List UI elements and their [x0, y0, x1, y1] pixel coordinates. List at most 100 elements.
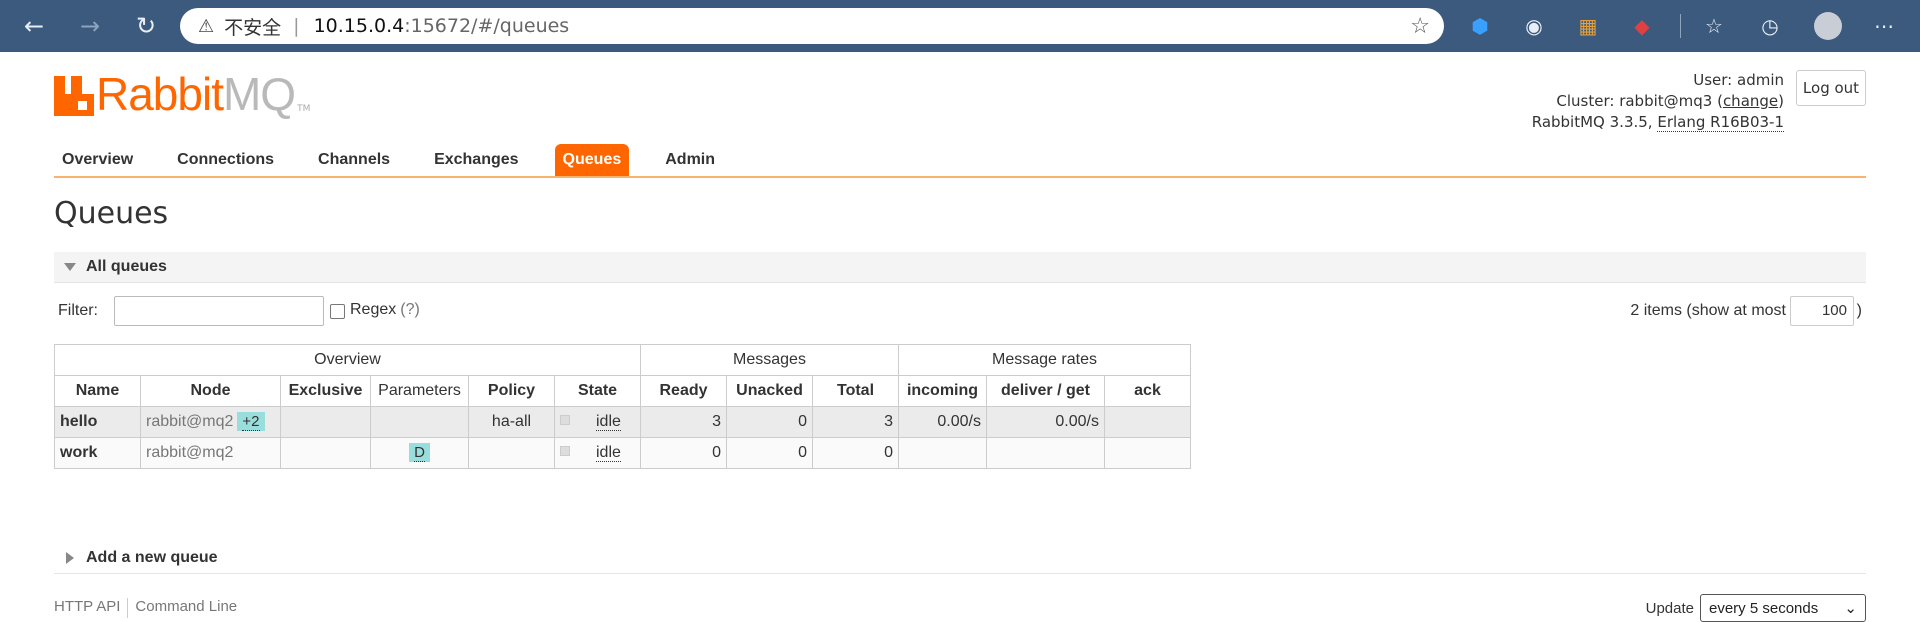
- address-separator: |: [293, 15, 300, 37]
- col-total: Total: [812, 375, 899, 407]
- command-line-link[interactable]: Command Line: [135, 598, 237, 618]
- http-api-link[interactable]: HTTP API: [54, 598, 120, 618]
- col-deliver-get: deliver / get: [986, 375, 1105, 407]
- col-policy: Policy: [468, 375, 555, 407]
- tab-underline: [54, 176, 1866, 178]
- queue-policy: [468, 437, 555, 469]
- filter-row: Filter: Regex (?) 2 items (show at most 1…: [54, 296, 1866, 328]
- queue-parameters: D: [370, 437, 469, 469]
- url-host: 10.15.0.4: [313, 15, 405, 37]
- col-ack: ack: [1104, 375, 1191, 407]
- regex-label: Regex (?): [350, 301, 420, 318]
- logout-button[interactable]: Log out: [1796, 70, 1866, 106]
- footer-divider: [127, 598, 129, 618]
- queues-table: Overview Messages Message rates Name Nod…: [54, 344, 1191, 469]
- expand-triangle-icon: [66, 552, 74, 564]
- tab-channels[interactable]: Channels: [310, 144, 398, 176]
- erlang-version: Erlang R16B03-1: [1657, 113, 1784, 132]
- table-header: Name Node Exclusive Parameters Policy St…: [54, 375, 1191, 407]
- queue-node: rabbit@mq2 +2: [140, 406, 281, 438]
- queue-ack: [1104, 406, 1191, 438]
- queue-unacked: 0: [726, 406, 813, 438]
- cluster-line: Cluster: rabbit@mq3 (change): [1556, 92, 1784, 110]
- queue-ack: [1104, 437, 1191, 469]
- logo-tm: TM: [297, 104, 311, 114]
- queue-incoming: 0.00/s: [898, 406, 987, 438]
- profile-avatar[interactable]: [1814, 12, 1842, 40]
- queue-exclusive: [280, 406, 371, 438]
- main-nav: Overview Connections Channels Exchanges …: [54, 144, 1866, 230]
- col-exclusive: Exclusive: [280, 375, 371, 407]
- mirror-badge: +2: [237, 412, 265, 431]
- tab-admin[interactable]: Admin: [657, 144, 723, 176]
- tab-overview[interactable]: Overview: [54, 144, 141, 176]
- durable-badge: D: [409, 443, 430, 462]
- address-bar[interactable]: ⚠ 不安全 | 10.15.0.4:15672/#/queues ☆: [180, 8, 1444, 44]
- queue-state: idle: [554, 437, 641, 469]
- user-info: User: admin Cluster: rabbit@mq3 (change)…: [1532, 70, 1784, 133]
- all-queues-section-toggle[interactable]: All queues: [54, 252, 1866, 283]
- update-control: Update every 5 seconds ⌄: [1646, 594, 1866, 622]
- update-interval-select[interactable]: every 5 seconds ⌄: [1700, 594, 1866, 622]
- group-messages: Messages: [640, 344, 899, 376]
- group-message-rates: Message rates: [898, 344, 1191, 376]
- extension-icon[interactable]: ▦: [1574, 12, 1602, 40]
- favorite-star-icon[interactable]: ☆: [1410, 14, 1430, 39]
- extension-icon[interactable]: ◉: [1520, 12, 1548, 40]
- page-title: Queues: [54, 196, 169, 231]
- change-cluster-link[interactable]: change: [1723, 92, 1778, 110]
- queue-name-link[interactable]: work: [54, 437, 141, 469]
- col-incoming: incoming: [898, 375, 987, 407]
- filter-label: Filter:: [58, 302, 98, 319]
- extension-icon[interactable]: ⬢: [1466, 12, 1494, 40]
- rabbitmq-logo: RabbitMQ TM: [54, 68, 311, 120]
- add-queue-label: Add a new queue: [86, 549, 218, 566]
- col-node: Node: [140, 375, 281, 407]
- queue-exclusive: [280, 437, 371, 469]
- queue-deliver-get: 0.00/s: [986, 406, 1105, 438]
- state-indicator-icon: [560, 446, 570, 456]
- table-row[interactable]: hello rabbit@mq2 +2 ha-all idle 3 0 3 0.0…: [54, 406, 1191, 438]
- regex-help-link[interactable]: (?): [400, 301, 420, 318]
- table-group-header: Overview Messages Message rates: [54, 344, 1191, 376]
- extension-icon[interactable]: ◆: [1628, 12, 1656, 40]
- queue-parameters: [370, 406, 469, 438]
- more-menu-icon[interactable]: ⋯: [1870, 12, 1898, 40]
- url-path: :15672/#/queues: [404, 15, 570, 37]
- items-close-paren: ): [1856, 302, 1862, 319]
- queue-total: 0: [812, 437, 899, 469]
- queue-ready: 0: [640, 437, 727, 469]
- back-arrow-icon[interactable]: ←: [12, 4, 56, 48]
- col-state: State: [554, 375, 641, 407]
- queue-ready: 3: [640, 406, 727, 438]
- add-queue-section-toggle[interactable]: Add a new queue: [54, 543, 1866, 574]
- col-name: Name: [54, 375, 141, 407]
- chevron-down-icon: ⌄: [1844, 600, 1857, 617]
- max-items-input[interactable]: 100: [1790, 296, 1854, 326]
- queue-deliver-get: [986, 437, 1105, 469]
- queue-name-link[interactable]: hello: [54, 406, 141, 438]
- favorites-icon[interactable]: ☆: [1700, 12, 1728, 40]
- history-icon[interactable]: ◷: [1756, 12, 1784, 40]
- regex-checkbox[interactable]: [330, 304, 345, 319]
- warning-icon: ⚠: [198, 15, 215, 37]
- items-count-text: 2 items (show at most: [1630, 302, 1786, 319]
- refresh-icon[interactable]: ↻: [124, 4, 168, 48]
- state-indicator-icon: [560, 415, 570, 425]
- insecure-label: 不安全: [224, 16, 282, 39]
- filter-input[interactable]: [114, 296, 324, 326]
- col-unacked: Unacked: [726, 375, 813, 407]
- queue-total: 3: [812, 406, 899, 438]
- user-line: User: admin: [1693, 71, 1784, 89]
- tab-exchanges[interactable]: Exchanges: [426, 144, 526, 176]
- logo-text: RabbitMQ: [96, 68, 296, 120]
- tab-queues[interactable]: Queues: [554, 144, 630, 176]
- rabbitmq-logo-icon: [54, 76, 94, 116]
- queue-incoming: [898, 437, 987, 469]
- forward-arrow-icon[interactable]: →: [68, 4, 112, 48]
- group-overview: Overview: [54, 344, 641, 376]
- tab-connections[interactable]: Connections: [169, 144, 282, 176]
- queue-node: rabbit@mq2: [140, 437, 281, 469]
- collapse-triangle-icon: [64, 263, 76, 271]
- table-row[interactable]: work rabbit@mq2 D idle 0 0 0: [54, 437, 1191, 469]
